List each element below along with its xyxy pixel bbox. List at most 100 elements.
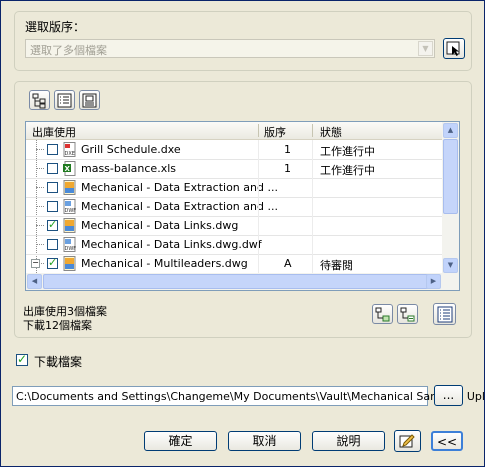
file-name: Mechanical - Data Extraction and ...	[81, 181, 278, 194]
row-checkbox[interactable]	[47, 182, 58, 193]
row-checkbox[interactable]	[47, 239, 58, 250]
file-list[interactable]: 出庫使用 版序 狀態 DXE Grill Schedule.dxe 1 工作進行中 Xm…	[25, 121, 460, 291]
list-view-icon	[57, 93, 72, 108]
column-gridline	[258, 254, 259, 273]
tree-view-icon	[32, 93, 46, 109]
select-version-button[interactable]	[443, 38, 465, 59]
comment-button[interactable]	[394, 430, 421, 452]
column-gridline	[258, 159, 259, 178]
table-row[interactable]: Xmass-balance.xls 1 工作進行中	[26, 159, 443, 179]
download-path-field[interactable]: C:\Documents and Settings\Changeme\My Do…	[12, 386, 485, 406]
row-checkbox[interactable]	[47, 256, 58, 269]
collapse-node-icon[interactable]: −	[31, 259, 40, 268]
browse-button[interactable]: ...	[434, 385, 463, 406]
cancel-button[interactable]: 取消	[228, 431, 301, 451]
table-row[interactable]: DXE Grill Schedule.dxe 1 工作進行中	[26, 140, 443, 160]
row-checkbox[interactable]	[47, 218, 58, 231]
table-row[interactable]: DWF Mechanical - Data Links.dwg.dwf	[26, 235, 443, 255]
tree-connector	[36, 225, 44, 226]
ok-button[interactable]: 確定	[144, 431, 217, 451]
column-gridline	[258, 178, 259, 197]
scroll-right-icon[interactable]: ▶	[426, 274, 441, 289]
file-name: mass-balance.xls	[81, 162, 176, 175]
svg-text:DWF: DWF	[65, 208, 77, 214]
dwg-file-icon	[62, 180, 77, 195]
expand-tree-icon	[375, 307, 390, 322]
file-name: Grill Schedule.dxe	[81, 143, 181, 156]
row-checkbox[interactable]	[47, 201, 58, 212]
download-files-checkbox[interactable]	[16, 352, 28, 366]
column-gridline	[258, 197, 259, 216]
column-gridline	[312, 140, 313, 159]
file-version: 1	[284, 143, 291, 156]
collapse-tree-icon	[400, 307, 415, 322]
dwg-file-icon	[62, 256, 77, 271]
tree-connector	[36, 149, 44, 150]
row-checkbox[interactable]	[47, 163, 58, 174]
collapse-dialog-button[interactable]: <<	[431, 431, 463, 451]
column-gridline	[258, 140, 259, 159]
column-gridline	[312, 216, 313, 235]
dwf-file-icon: DWF	[62, 237, 77, 252]
row-checkbox[interactable]	[47, 144, 58, 155]
scroll-down-icon[interactable]: ▼	[443, 258, 458, 273]
tree-connector	[36, 206, 44, 207]
dwf-file-icon: DWF	[62, 199, 77, 214]
scroll-up-icon[interactable]: ▲	[443, 123, 458, 138]
svg-text:DXE: DXE	[65, 151, 75, 157]
file-version: A	[284, 257, 292, 270]
column-gridline	[312, 159, 313, 178]
chevron-down-icon[interactable]: ▼	[418, 41, 433, 56]
column-header-version[interactable]: 版序	[264, 124, 286, 140]
file-version: 1	[284, 162, 291, 175]
download-count: 下載12個檔案	[23, 319, 92, 332]
tree-connector	[36, 244, 44, 245]
svg-text:DWF: DWF	[65, 246, 77, 252]
column-gridline	[258, 235, 259, 254]
help-button[interactable]: 說明	[312, 431, 385, 451]
file-status: 待審閱	[320, 259, 353, 272]
properties-button[interactable]	[433, 303, 456, 325]
detail-view-icon	[82, 93, 97, 108]
version-combo[interactable]: 選取了多個檔案 ▼	[25, 39, 435, 58]
file-name: Mechanical - Data Links.dwg	[81, 219, 239, 232]
table-row[interactable]: DWF Mechanical - Data Extraction and ...	[26, 197, 443, 217]
column-divider[interactable]	[312, 124, 313, 137]
table-row[interactable]: − Mechanical - Multileaders.dwg A 待審閱	[26, 254, 443, 274]
tree-connector	[36, 168, 44, 169]
dxe-file-icon: DXE	[62, 142, 77, 157]
file-name: Mechanical - Data Links.dwg.dwf	[81, 238, 262, 251]
column-divider[interactable]	[258, 124, 259, 137]
list-header: 出庫使用 版序 狀態	[26, 122, 443, 140]
tree-view-button[interactable]	[29, 90, 50, 110]
collapse-all-button[interactable]	[397, 304, 418, 324]
vertical-scrollbar[interactable]: ▲ ▼	[442, 122, 459, 275]
horizontal-scroll-thumb[interactable]	[43, 274, 433, 289]
excel-file-icon: X	[62, 161, 77, 176]
edit-note-icon	[399, 434, 415, 448]
file-name: Mechanical - Data Extraction and ...	[81, 200, 278, 213]
select-cursor-icon	[446, 41, 460, 56]
file-status: 工作進行中	[320, 145, 375, 158]
download-path-value: C:\Documents and Settings\Changeme\My Do…	[16, 390, 485, 403]
version-combo-value: 選取了多個檔案	[30, 44, 107, 57]
svg-text:X: X	[65, 165, 71, 173]
vertical-scroll-thumb[interactable]	[443, 139, 458, 214]
column-gridline	[258, 216, 259, 235]
list-view-button[interactable]	[54, 90, 75, 110]
detail-view-button[interactable]	[79, 90, 100, 110]
file-name: Mechanical - Multileaders.dwg	[81, 257, 248, 270]
column-header-checkout[interactable]: 出庫使用	[32, 124, 76, 140]
column-gridline	[312, 235, 313, 254]
column-header-status[interactable]: 狀態	[320, 124, 342, 140]
dialog-window: 選取版序： 選取了多個檔案 ▼ 出庫使用 版序 狀態 DXE Grill Sch…	[0, 0, 485, 467]
expand-all-button[interactable]	[372, 304, 393, 324]
scroll-left-icon[interactable]: ◀	[27, 274, 42, 289]
properties-list-icon	[437, 306, 453, 323]
file-status: 工作進行中	[320, 164, 375, 177]
dwg-file-icon	[62, 218, 77, 233]
table-row[interactable]: Mechanical - Data Links.dwg	[26, 216, 443, 236]
horizontal-scrollbar[interactable]: ◀ ▶	[26, 273, 459, 290]
table-row[interactable]: Mechanical - Data Extraction and ...	[26, 178, 443, 198]
column-gridline	[312, 178, 313, 197]
